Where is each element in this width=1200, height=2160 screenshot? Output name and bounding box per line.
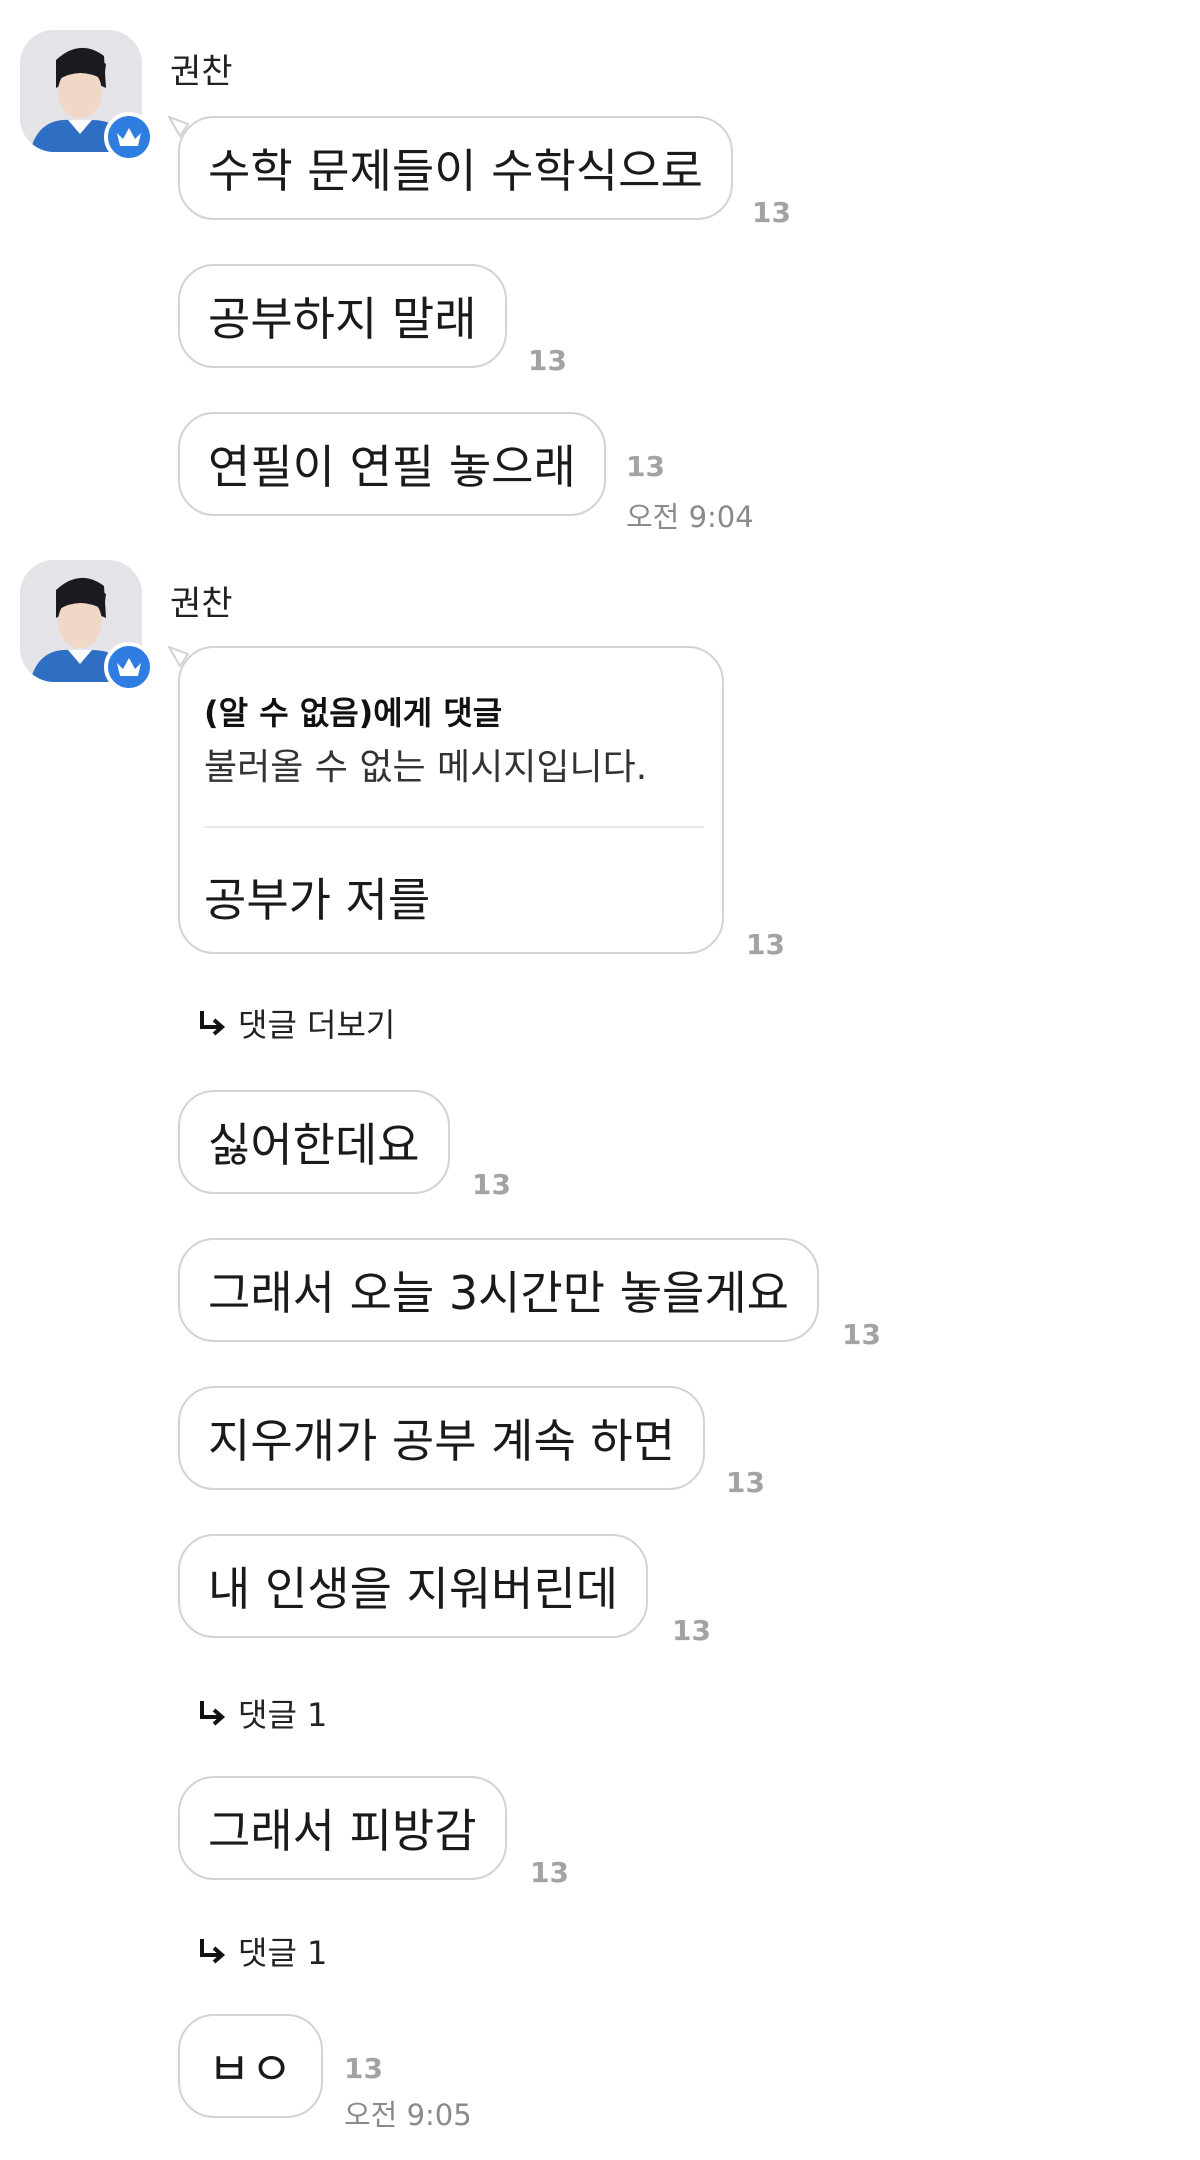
read-count: 13 — [530, 1856, 569, 1889]
reply-target: (알 수 없음)에게 댓글 — [204, 694, 503, 732]
read-count: 13 — [726, 1466, 765, 1499]
view-more-comments-link[interactable]: 댓글 더보기 — [196, 1000, 395, 1046]
sender-name: 권찬 — [170, 52, 233, 92]
reply-message-card[interactable]: (알 수 없음)에게 댓글 불러올 수 없는 메시지입니다. 공부가 저를 — [178, 646, 724, 954]
message-bubble[interactable]: 그래서 피방감 — [178, 1776, 507, 1880]
message-time: 오전 9:04 — [626, 500, 754, 534]
comment-thread-link[interactable]: 댓글 1 — [196, 1928, 327, 1974]
message-bubble[interactable]: 내 인생을 지워버린데 — [178, 1534, 649, 1638]
message-bubble[interactable]: 싫어한데요 — [178, 1090, 450, 1194]
read-count: 13 — [752, 196, 791, 229]
reply-arrow-icon — [200, 1011, 226, 1036]
thread-label: 댓글 1 — [238, 1934, 328, 1972]
message-bubble[interactable]: 그래서 오늘 3시간만 놓을게요 — [178, 1238, 819, 1342]
message-bubble[interactable]: ㅂㅇ — [178, 2014, 323, 2118]
quoted-message[interactable]: 불러올 수 없는 메시지입니다. — [204, 738, 647, 790]
thread-label: 댓글 더보기 — [238, 1006, 396, 1044]
reply-arrow-icon — [200, 1939, 226, 1964]
crown-icon — [104, 112, 154, 162]
read-count: 13 — [746, 928, 785, 961]
thread-label: 댓글 1 — [238, 1696, 328, 1734]
crown-icon — [104, 642, 154, 692]
read-count: 13 — [472, 1168, 511, 1201]
read-count: 13 — [842, 1318, 881, 1351]
read-count: 13 — [626, 450, 665, 483]
message-bubble[interactable]: 연필이 연필 놓으래 — [178, 412, 606, 516]
message-bubble[interactable]: 공부하지 말래 — [178, 264, 507, 368]
reply-divider — [204, 826, 704, 828]
comment-thread-link[interactable]: 댓글 1 — [196, 1690, 327, 1736]
reply-text: 공부가 저를 — [204, 873, 431, 927]
read-count: 13 — [528, 344, 567, 377]
message-bubble[interactable]: 지우개가 공부 계속 하면 — [178, 1386, 706, 1490]
read-count: 13 — [672, 1614, 711, 1647]
sender-name: 권찬 — [170, 584, 233, 624]
message-time: 오전 9:05 — [344, 2098, 472, 2132]
reply-arrow-icon — [200, 1701, 226, 1726]
read-count: 13 — [344, 2052, 383, 2085]
message-bubble[interactable]: 수학 문제들이 수학식으로 — [178, 116, 733, 220]
